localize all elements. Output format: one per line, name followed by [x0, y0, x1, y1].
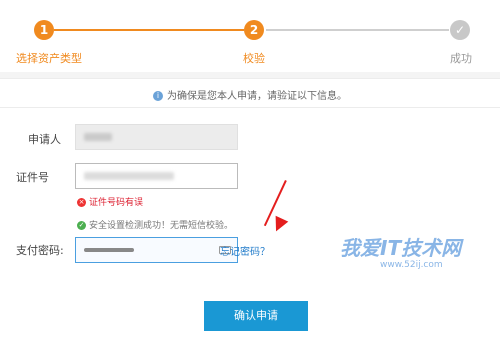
blurred-name-value [84, 133, 112, 141]
divider [0, 107, 500, 108]
confirm-apply-button[interactable]: 确认申请 [204, 301, 308, 331]
step-2-label: 校验 [243, 52, 265, 65]
payment-password-label: 支付密码: [16, 244, 64, 257]
checkmark-icon: ✓ [450, 20, 470, 40]
applicant-field [75, 124, 238, 150]
blurred-id-value [84, 172, 174, 180]
step-3-label: 成功 [450, 52, 472, 65]
applicant-label: 申请人 [28, 133, 61, 146]
sms-ok-text: 安全设置检测成功！无需短信校验。 [89, 221, 234, 231]
id-number-input[interactable] [75, 163, 238, 189]
forgot-password-link[interactable]: 忘记密码？ [220, 243, 270, 258]
password-mask [84, 248, 134, 252]
id-error-text: 证件号码有误 [89, 198, 144, 208]
payment-password-input[interactable] [75, 237, 238, 263]
notice-line: i 为确保是您本人申请，请验证以下信息。 [0, 87, 500, 102]
watermark-text: 我爱IT技术网 [340, 236, 462, 260]
watermark-url: www.52ij.com [380, 260, 443, 270]
progress-steps: 1 2 ✓ 选择资产类型 校验 成功 [0, 0, 500, 72]
notice-text: 为确保是您本人申请，请验证以下信息。 [167, 91, 347, 102]
error-icon: × [77, 198, 86, 207]
step-1-label: 选择资产类型 [16, 52, 82, 65]
id-number-label: 证件号 [16, 171, 49, 184]
step-connector-pending [266, 29, 449, 31]
id-error-message: × 证件号码有误 [77, 195, 143, 208]
success-check-icon: ✓ [77, 221, 86, 230]
verification-form: i 为确保是您本人申请，请验证以下信息。 申请人 证件号 × 证件号码有误 ✓ 安全设… [0, 78, 500, 361]
sms-check-message: ✓ 安全设置检测成功！无需短信校验。 [77, 218, 233, 231]
step-connector-completed [54, 29, 244, 31]
step-2-circle: 2 [244, 20, 264, 40]
info-icon: i [153, 91, 163, 101]
watermark-logo: 我爱IT技术网 www.52ij.com [330, 232, 500, 282]
step-1-circle: 1 [34, 20, 54, 40]
